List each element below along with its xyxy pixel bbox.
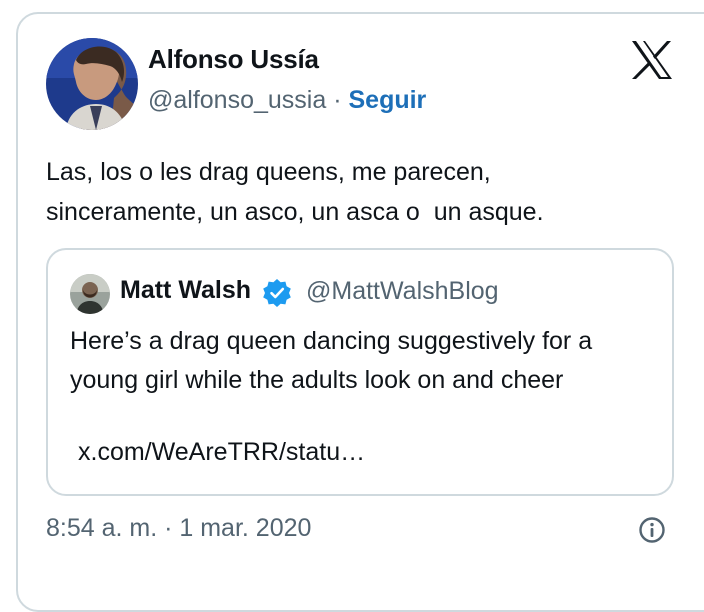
author-meta: @alfonso_ussia · Seguir: [148, 86, 426, 115]
follow-button[interactable]: Seguir: [348, 86, 426, 114]
info-icon[interactable]: [638, 516, 666, 544]
quoted-link[interactable]: x.com/WeAreTRR/statu…: [78, 438, 365, 467]
quoted-author-handle[interactable]: @MattWalshBlog: [306, 277, 499, 306]
quoted-line: young girl while the adults look on and …: [70, 366, 564, 394]
tweet-timestamp[interactable]: 8:54 a. m. · 1 mar. 2020: [46, 514, 311, 543]
tweet-text: Las, los o les drag queens, me parecen, …: [46, 152, 666, 232]
quoted-line: Here’s a drag queen dancing suggestively…: [70, 327, 593, 355]
quoted-tweet[interactable]: Matt Walsh @MattWalshBlog Here’s a drag …: [46, 248, 674, 496]
meta-separator: ·: [326, 86, 349, 114]
quoted-author-name[interactable]: Matt Walsh: [120, 276, 251, 305]
x-logo-icon[interactable]: [630, 40, 674, 80]
author-avatar[interactable]: [46, 38, 138, 130]
quoted-avatar[interactable]: [70, 274, 110, 314]
tweet-line: sinceramente, un asco, un asca o un asqu…: [46, 198, 544, 226]
author-photo: [46, 38, 138, 130]
verified-badge-icon: [262, 278, 292, 308]
quoted-text: Here’s a drag queen dancing suggestively…: [70, 322, 660, 400]
quoted-photo: [70, 274, 110, 314]
author-handle[interactable]: @alfonso_ussia: [148, 86, 326, 114]
author-name[interactable]: Alfonso Ussía: [148, 44, 319, 75]
tweet-line: Las, los o les drag queens, me parecen,: [46, 158, 491, 186]
